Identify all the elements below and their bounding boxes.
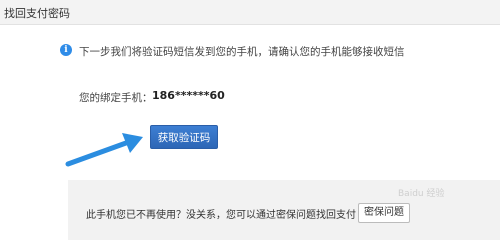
alternate-recovery-message: 此手机您已不再使用？没关系，您可以通过密保问题找回支付 — [86, 210, 356, 221]
dialog-title-bar: 找回支付密码 — [0, 0, 500, 25]
watermark-logo: Baidu 经验 — [398, 189, 445, 199]
dialog-title: 找回支付密码 — [4, 7, 70, 20]
get-verification-code-button[interactable]: 获取验证码 — [150, 125, 218, 149]
info-icon: i — [60, 44, 72, 56]
info-message: 下一步我们将验证码短信发到您的手机，请确认您的手机能够接收短信 — [79, 46, 405, 58]
security-question-button[interactable]: 密保问题 — [358, 203, 410, 223]
bound-phone-label: 您的绑定手机： — [79, 92, 153, 104]
bound-phone-value: 186******60 — [152, 89, 225, 102]
